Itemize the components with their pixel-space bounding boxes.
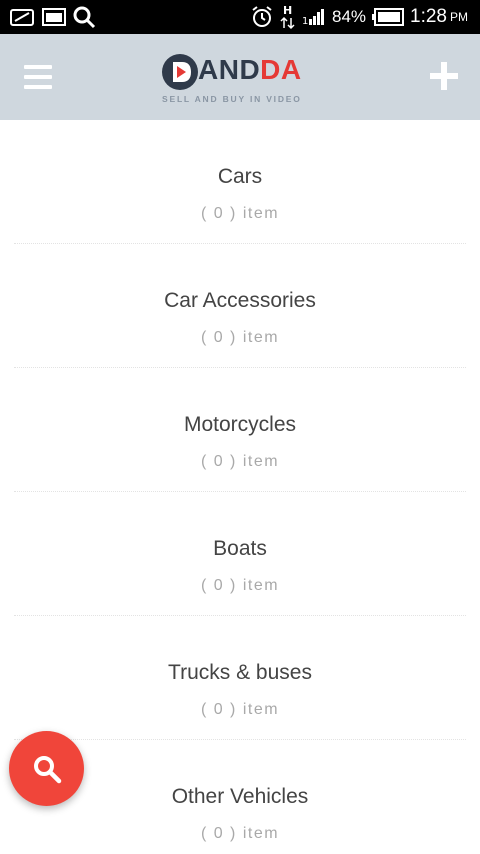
alarm-icon xyxy=(252,6,272,27)
category-count: ( 0 ) item xyxy=(200,205,280,222)
category-count: ( 0 ) item xyxy=(200,453,280,470)
category-count: ( 0 ) item xyxy=(200,329,280,346)
category-count: ( 0 ) item xyxy=(200,701,280,718)
category-count: ( 0 ) item xyxy=(200,577,280,594)
clock-time: 1:28 xyxy=(410,6,447,27)
logo-mark-icon xyxy=(162,54,198,90)
notification-icon xyxy=(10,9,34,26)
app-logo: ANDDA SELL AND BUY IN VIDEO xyxy=(160,50,330,110)
search-fab-button[interactable] xyxy=(9,731,84,806)
category-item-trucks-buses[interactable]: Trucks & buses ( 0 ) item xyxy=(0,616,480,740)
status-bar-left xyxy=(10,0,96,34)
status-bar: H 1 84% 1:28 PM xyxy=(0,0,480,34)
category-item-cars[interactable]: Cars ( 0 ) item xyxy=(0,120,480,244)
hspa-data-icon: H xyxy=(280,4,295,30)
app-header: ANDDA SELL AND BUY IN VIDEO xyxy=(0,34,480,120)
status-bar-right: H 1 84% 1:28 PM xyxy=(250,0,468,34)
category-name: Cars xyxy=(217,165,263,188)
category-count: ( 0 ) item xyxy=(200,825,280,842)
battery-percent: 84% xyxy=(331,7,367,26)
search-icon xyxy=(34,756,62,784)
image-notification-icon xyxy=(42,8,66,26)
category-item-boats[interactable]: Boats ( 0 ) item xyxy=(0,492,480,616)
logo-text-red: DA xyxy=(260,54,302,85)
svg-text:H: H xyxy=(283,4,292,17)
signal-icon: 1 xyxy=(302,9,324,26)
logo-wordmark: ANDDA xyxy=(198,54,302,86)
plus-icon[interactable] xyxy=(430,62,458,90)
category-name: Motorcycles xyxy=(183,413,297,436)
clock-ampm: PM xyxy=(450,10,468,24)
category-item-car-accessories[interactable]: Car Accessories ( 0 ) item xyxy=(0,244,480,368)
svg-text:1: 1 xyxy=(302,16,308,26)
logo-text-dark: AND xyxy=(198,54,261,85)
category-name: Boats xyxy=(213,537,267,560)
battery-icon xyxy=(372,8,405,26)
category-name: Car Accessories xyxy=(164,289,316,312)
hamburger-menu-icon[interactable] xyxy=(24,65,52,89)
logo-tagline: SELL AND BUY IN VIDEO xyxy=(162,94,302,104)
category-item-motorcycles[interactable]: Motorcycles ( 0 ) item xyxy=(0,368,480,492)
search-notification-icon xyxy=(73,6,96,29)
category-name: Trucks & buses xyxy=(168,661,312,684)
